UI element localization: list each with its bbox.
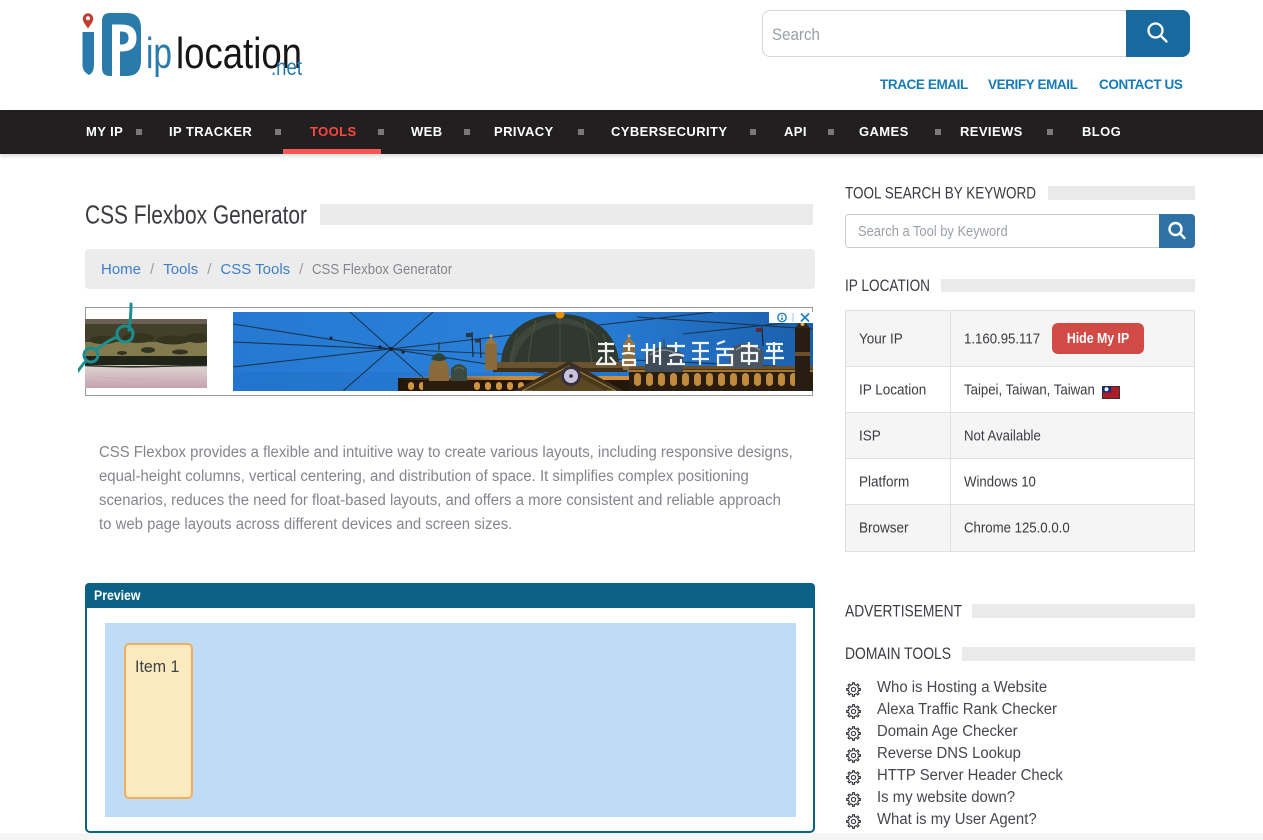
svg-text:CSS Flexbox Generator: CSS Flexbox Generator [85, 200, 307, 230]
svg-text:DOMAIN TOOLS: DOMAIN TOOLS [845, 644, 951, 663]
svg-text:ADVERTISEMENT: ADVERTISEMENT [845, 601, 962, 620]
svg-text:TOOL SEARCH BY KEYWORD: TOOL SEARCH BY KEYWORD [845, 183, 1036, 202]
svg-text:.net: .net [271, 54, 302, 80]
svg-text:ip: ip [146, 29, 172, 78]
svg-text:IP LOCATION: IP LOCATION [845, 276, 930, 295]
